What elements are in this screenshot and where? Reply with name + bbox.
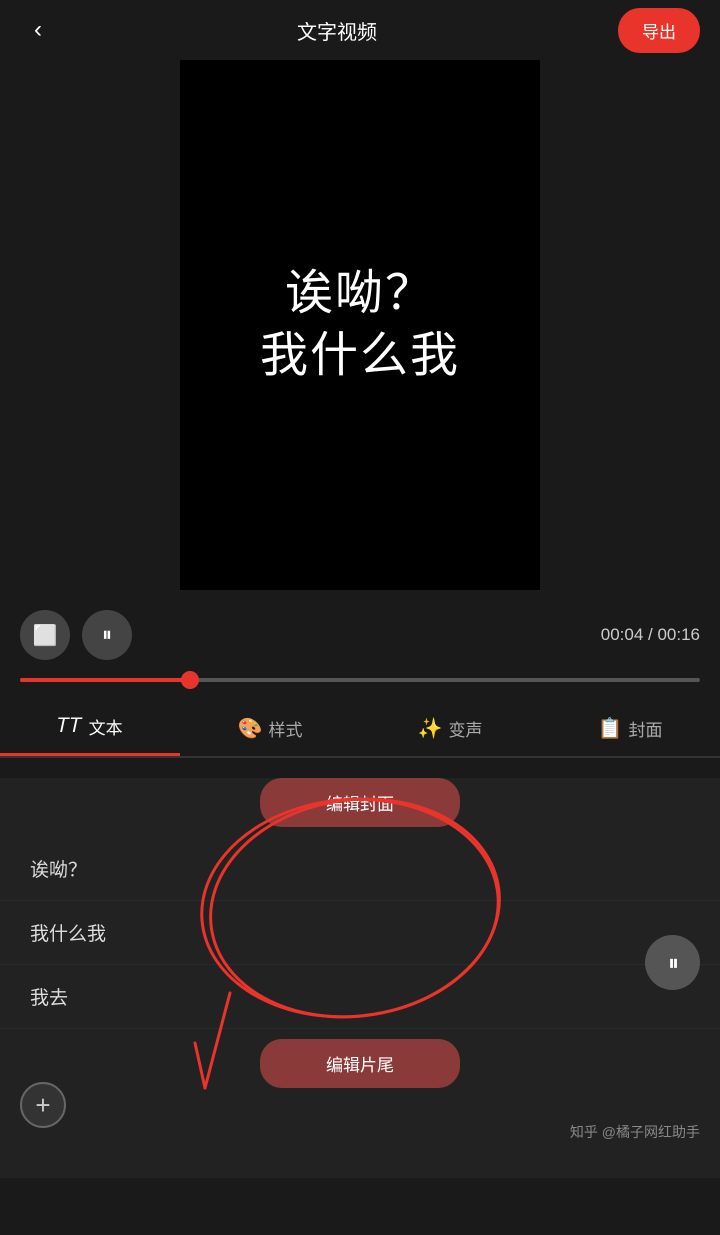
progress-bar-container[interactable] — [0, 670, 720, 690]
progress-thumb — [181, 671, 199, 689]
export-button[interactable]: 导出 — [618, 8, 700, 53]
time-display: 00:04 / 00:16 — [601, 625, 700, 645]
text-tab-label: 文本 — [89, 714, 123, 739]
pause-button[interactable]: ⏸ — [82, 610, 132, 660]
bottom-panel-inner: 编辑封面 诶呦？ 我什么我 我去 编辑片尾 ⏸ + 知乎 @橘子网红助手 — [0, 778, 720, 1158]
stop-button[interactable]: ⬜ — [20, 610, 70, 660]
text-item-1-label: 诶呦？ — [30, 860, 87, 881]
voice-tab-icon: ✨ — [418, 716, 443, 741]
style-tab-icon: 🎨 — [238, 716, 263, 741]
video-text-line1: 诶呦？ — [260, 263, 460, 325]
play-pause-right-button[interactable]: ⏸ — [645, 935, 700, 990]
list-item[interactable]: 我什么我 — [0, 901, 720, 965]
time-separator: / — [643, 625, 657, 644]
cover-tab-icon: 📋 — [598, 716, 623, 741]
progress-fill — [20, 678, 190, 682]
voice-tab-label: 变声 — [448, 716, 482, 741]
tab-cover[interactable]: 📋 封面 — [540, 700, 720, 756]
video-text-overlay: 诶呦？ 我什么我 — [260, 263, 460, 388]
edit-cover-button[interactable]: 编辑封面 — [260, 778, 460, 827]
tab-voice[interactable]: ✨ 变声 — [360, 700, 540, 756]
stop-icon: ⬜ — [33, 623, 58, 648]
total-time: 00:16 — [657, 625, 700, 644]
list-item[interactable]: 我去 — [0, 965, 720, 1029]
list-item[interactable]: 诶呦？ — [0, 837, 720, 901]
video-canvas: 诶呦？ 我什么我 — [180, 60, 540, 590]
add-icon: + — [35, 1090, 50, 1121]
pause-icon: ⏸ — [102, 624, 112, 647]
current-time: 00:04 — [601, 625, 644, 644]
bottom-panel: 编辑封面 诶呦？ 我什么我 我去 编辑片尾 ⏸ + 知乎 @橘子网红助手 — [0, 778, 720, 1178]
app-header: ‹ 文字视频 导出 — [0, 0, 720, 60]
control-buttons-group: ⬜ ⏸ — [20, 610, 132, 660]
back-icon: ‹ — [34, 16, 42, 44]
tab-style[interactable]: 🎨 样式 — [180, 700, 360, 756]
watermark: 知乎 @橘子网红助手 — [570, 1122, 700, 1142]
progress-track[interactable] — [20, 678, 700, 682]
video-text-line2: 我什么我 — [260, 325, 460, 387]
text-tab-icon: 𝑇𝑇 — [57, 715, 82, 738]
text-item-3-label: 我去 — [30, 988, 68, 1009]
cover-tab-label: 封面 — [628, 716, 662, 741]
tab-bar: 𝑇𝑇 文本 🎨 样式 ✨ 变声 📋 封面 — [0, 700, 720, 758]
text-items-list: 诶呦？ 我什么我 我去 — [0, 827, 720, 1039]
add-button[interactable]: + — [20, 1082, 66, 1128]
video-preview-area: 诶呦？ 我什么我 — [0, 60, 720, 600]
text-item-2-label: 我什么我 — [30, 924, 106, 945]
controls-bar: ⬜ ⏸ 00:04 / 00:16 — [0, 600, 720, 670]
tab-text[interactable]: 𝑇𝑇 文本 — [0, 700, 180, 756]
edit-tail-button[interactable]: 编辑片尾 — [260, 1039, 460, 1088]
style-tab-label: 样式 — [268, 716, 302, 741]
play-pause-right-icon: ⏸ — [668, 950, 679, 976]
back-button[interactable]: ‹ — [20, 12, 56, 48]
page-title: 文字视频 — [297, 16, 377, 45]
